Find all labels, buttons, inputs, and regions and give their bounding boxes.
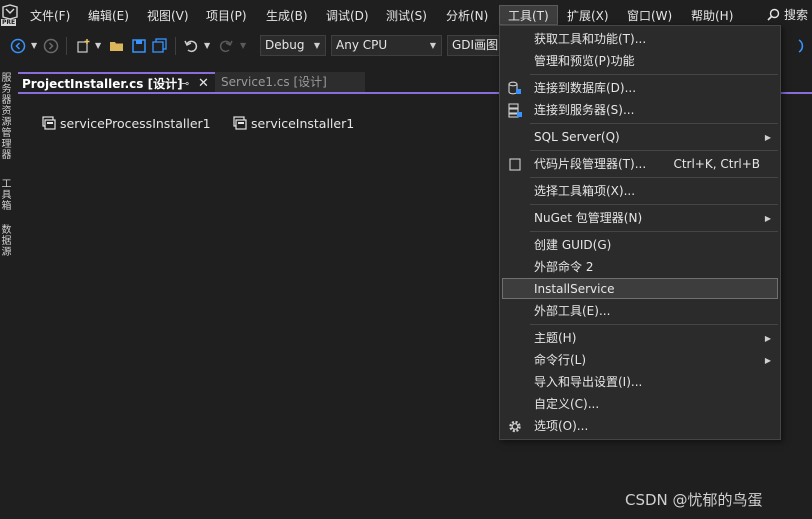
menu-tools[interactable]: 工具(T) xyxy=(499,5,558,25)
left-tool-window-strip: 服务器资源管理器 工具箱 数据源 xyxy=(0,61,13,519)
chevron-down-icon: ▼ xyxy=(313,41,320,50)
menu-item-customize[interactable]: 自定义(C)... xyxy=(502,394,778,415)
submenu-arrow-icon: ▶ xyxy=(764,214,771,223)
tab-projectinstaller-design[interactable]: ProjectInstaller.cs [设计] ⊸ ✕ xyxy=(18,72,215,92)
menu-file[interactable]: 文件(F) xyxy=(30,7,70,25)
save-all-icon[interactable] xyxy=(152,38,168,54)
chevron-down-icon: ▼ xyxy=(429,41,436,50)
menu-item-manage-preview-features[interactable]: 管理和预览(P)功能 xyxy=(502,51,778,72)
menu-extensions[interactable]: 扩展(X) xyxy=(567,7,609,25)
menu-project[interactable]: 项目(P) xyxy=(206,7,247,25)
undo-dropdown-chevron-icon[interactable]: ▼ xyxy=(204,38,210,54)
server-connect-icon xyxy=(508,103,522,118)
submenu-arrow-icon: ▶ xyxy=(764,334,771,343)
navigate-forward-icon[interactable] xyxy=(43,38,59,54)
component-service-process-installer[interactable]: serviceProcessInstaller1 xyxy=(42,116,211,132)
database-connect-icon xyxy=(508,81,521,95)
navigate-back-icon[interactable] xyxy=(10,38,26,54)
new-project-icon[interactable] xyxy=(75,38,91,54)
live-share-icon[interactable] xyxy=(797,38,812,54)
menu-item-external-tools[interactable]: 外部工具(E)... xyxy=(502,301,778,322)
menu-item-get-tools-and-features[interactable]: 获取工具和功能(T)... xyxy=(502,29,778,50)
menu-item-create-guid[interactable]: 创建 GUID(G) xyxy=(502,235,778,256)
submenu-arrow-icon: ▶ xyxy=(764,356,771,365)
menu-separator xyxy=(530,324,778,325)
startup-project-dropdown[interactable]: GDI画图 xyxy=(447,35,507,56)
configuration-value: Debug xyxy=(265,38,305,52)
server-explorer-tab[interactable]: 服务器资源管理器 xyxy=(1,73,12,161)
menu-separator xyxy=(530,123,778,124)
menu-separator xyxy=(530,231,778,232)
visual-studio-logo[interactable]: PRE xyxy=(1,4,19,26)
gear-icon xyxy=(509,420,521,433)
component-icon xyxy=(233,116,247,130)
menu-help[interactable]: 帮助(H) xyxy=(691,7,733,25)
search-icon xyxy=(767,8,780,21)
search-box[interactable]: 搜索 xyxy=(767,6,808,23)
menu-window[interactable]: 窗口(W) xyxy=(627,7,672,25)
open-folder-icon[interactable] xyxy=(109,38,125,54)
component-icon xyxy=(42,116,56,130)
menu-analyze[interactable]: 分析(N) xyxy=(446,7,488,25)
shortcut-text: Ctrl+K, Ctrl+B xyxy=(673,157,760,171)
startup-project-value: GDI画图 xyxy=(452,38,499,52)
tab-service1-design[interactable]: Service1.cs [设计] xyxy=(215,72,365,92)
menu-build[interactable]: 生成(B) xyxy=(266,7,308,25)
snippet-icon xyxy=(509,158,521,171)
data-sources-tab[interactable]: 数据源 xyxy=(1,225,12,258)
component-service-installer[interactable]: serviceInstaller1 xyxy=(233,116,354,132)
tab-label: ProjectInstaller.cs [设计] xyxy=(22,77,183,91)
menu-separator xyxy=(530,204,778,205)
menu-item-command-line[interactable]: 命令行(L) ▶ xyxy=(502,350,778,371)
pin-icon[interactable]: ⊸ xyxy=(180,74,189,94)
submenu-arrow-icon: ▶ xyxy=(764,133,771,142)
menu-item-code-snippets-manager[interactable]: 代码片段管理器(T)... Ctrl+K, Ctrl+B xyxy=(502,154,778,175)
redo-dropdown-chevron-icon[interactable]: ▼ xyxy=(240,38,246,54)
menu-debug[interactable]: 调试(D) xyxy=(326,7,369,25)
undo-icon[interactable] xyxy=(183,38,199,54)
menu-item-theme[interactable]: 主题(H) ▶ xyxy=(502,328,778,349)
menu-item-options[interactable]: 选项(O)... xyxy=(502,416,778,437)
menu-item-external-command-2[interactable]: 外部命令 2 xyxy=(502,257,778,278)
save-icon[interactable] xyxy=(131,38,147,54)
menu-item-import-export-settings[interactable]: 导入和导出设置(I)... xyxy=(502,372,778,393)
menu-edit[interactable]: 编辑(E) xyxy=(88,7,129,25)
menu-view[interactable]: 视图(V) xyxy=(147,7,189,25)
search-label: 搜索 xyxy=(783,8,808,22)
platform-value: Any CPU xyxy=(336,38,388,52)
toolbar-separator xyxy=(66,37,67,55)
menu-separator xyxy=(530,74,778,75)
menu-separator xyxy=(530,150,778,151)
menu-test[interactable]: 测试(S) xyxy=(386,7,427,25)
watermark-text: CSDN @忧郁的鸟蛋 xyxy=(625,491,763,509)
menu-item-connect-to-database[interactable]: 连接到数据库(D)... xyxy=(502,78,778,99)
close-icon[interactable]: ✕ xyxy=(198,74,209,94)
menu-separator xyxy=(530,177,778,178)
menu-item-sql-server[interactable]: SQL Server(Q) ▶ xyxy=(502,127,778,148)
toolbar-separator xyxy=(175,37,176,55)
preview-badge: PRE xyxy=(1,19,17,26)
menu-item-choose-toolbox-items[interactable]: 选择工具箱项(X)... xyxy=(502,181,778,202)
component-label: serviceInstaller1 xyxy=(251,116,355,131)
back-dropdown-chevron-icon[interactable]: ▼ xyxy=(31,38,37,54)
tools-menu-dropdown: 获取工具和功能(T)... 管理和预览(P)功能 连接到数据库(D)... 连接… xyxy=(499,25,781,440)
menu-item-install-service[interactable]: InstallService xyxy=(502,278,778,299)
component-label: serviceProcessInstaller1 xyxy=(60,116,211,131)
platform-dropdown[interactable]: Any CPU ▼ xyxy=(331,35,442,56)
configuration-dropdown[interactable]: Debug ▼ xyxy=(260,35,326,56)
new-dropdown-chevron-icon[interactable]: ▼ xyxy=(95,38,101,54)
toolbox-tab[interactable]: 工具箱 xyxy=(1,179,12,212)
menu-item-nuget-package-manager[interactable]: NuGet 包管理器(N) ▶ xyxy=(502,208,778,229)
redo-icon[interactable] xyxy=(218,38,234,54)
menu-item-connect-to-server[interactable]: 连接到服务器(S)... xyxy=(502,100,778,121)
tab-label: Service1.cs [设计] xyxy=(221,75,327,89)
